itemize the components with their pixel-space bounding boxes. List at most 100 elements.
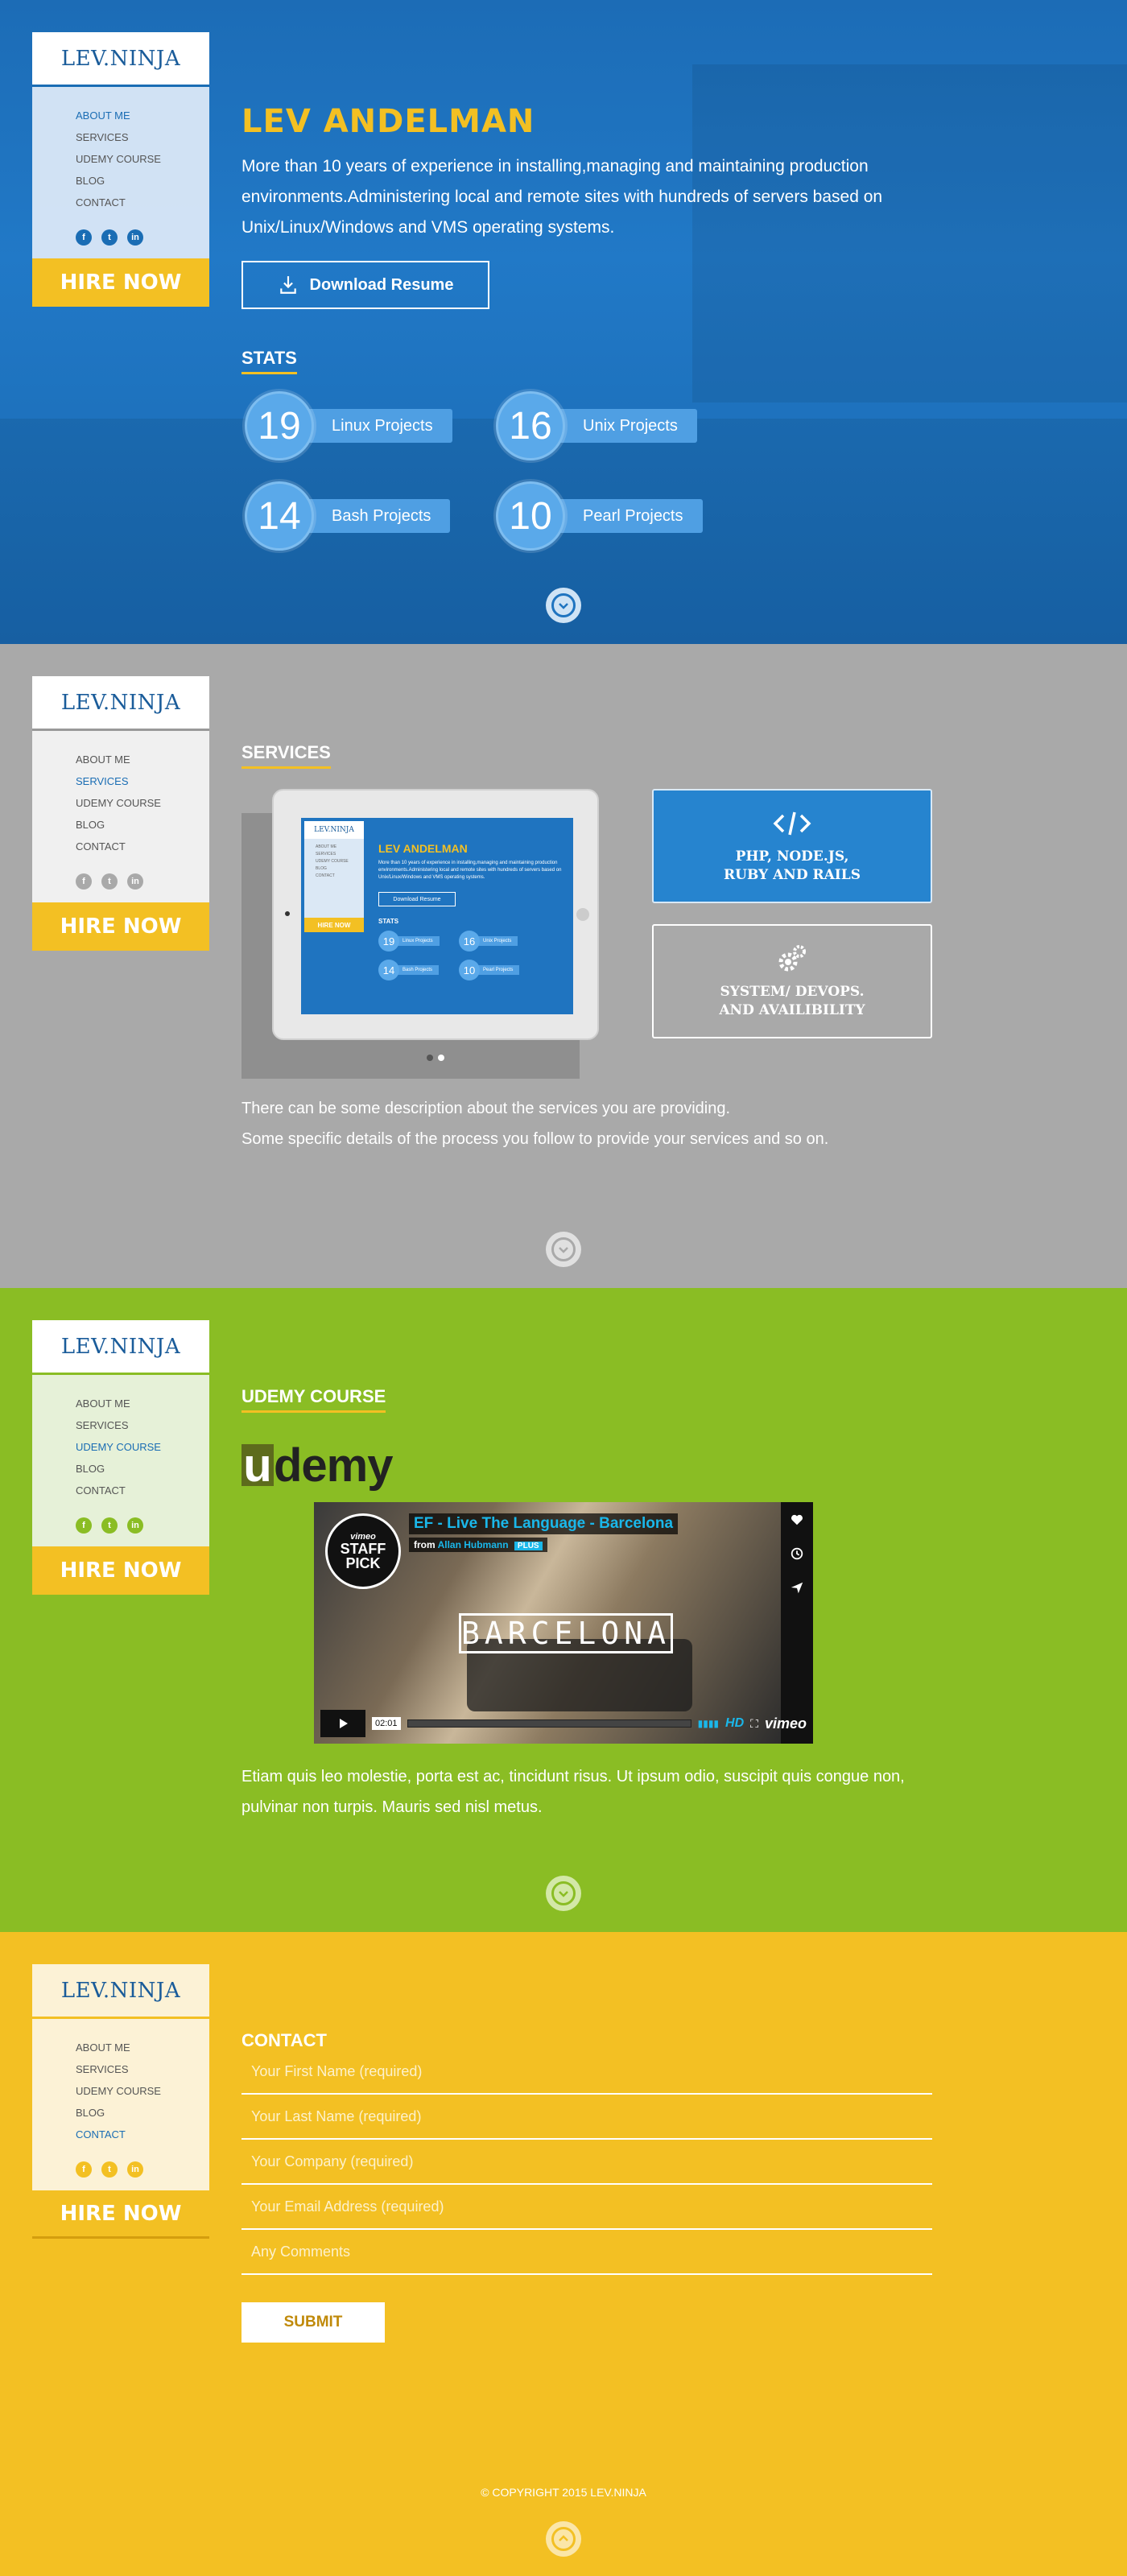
download-resume-button[interactable]: Download Resume	[242, 261, 489, 309]
nav-udemy-course[interactable]: UDEMY COURSE	[76, 792, 209, 814]
video-progress-bar[interactable]	[407, 1719, 691, 1728]
stat-value: 16	[496, 391, 565, 460]
udemy-logo-text: demy	[274, 1439, 394, 1492]
hire-now-button[interactable]: HIRE NOW	[32, 902, 209, 951]
nav-blog[interactable]: BLOG	[76, 814, 209, 836]
vimeo-logo[interactable]: vimeo	[765, 1715, 807, 1732]
nav-contact[interactable]: CONTACT	[76, 2124, 209, 2145]
chevron-down-icon	[559, 603, 568, 609]
nav-about-me[interactable]: ABOUT ME	[76, 105, 209, 126]
services-description: There can be some description about the …	[242, 1093, 966, 1154]
scroll-up-button[interactable]	[546, 2521, 581, 2557]
staff-pick-line: PICK	[345, 1555, 381, 1571]
volume-icon[interactable]: ▮▮▮▮	[698, 1718, 719, 1729]
company-input[interactable]	[251, 2153, 932, 2170]
linkedin-icon[interactable]: in	[127, 2161, 143, 2178]
service-card-web[interactable]: PHP, NODE.JS, RUBY AND RAILS	[652, 789, 932, 903]
nav-services[interactable]: SERVICES	[76, 2058, 209, 2080]
nav-services[interactable]: SERVICES	[76, 126, 209, 148]
hire-now-button[interactable]: HIRE NOW	[32, 1546, 209, 1595]
sidebar-logo[interactable]: LEV.NINJA	[32, 1964, 209, 2019]
service-card-devops[interactable]: SYSTEM/ DEVOPS. AND AVAILIBILITY	[652, 924, 932, 1038]
scroll-down-button[interactable]	[546, 1232, 581, 1267]
sidebar-logo[interactable]: LEV.NINJA	[32, 1320, 209, 1375]
nav-udemy-course[interactable]: UDEMY COURSE	[76, 1436, 209, 1458]
twitter-icon[interactable]: t	[101, 873, 118, 890]
carousel-dot[interactable]	[427, 1055, 433, 1061]
video-author-link[interactable]: Allan Hubmann	[438, 1539, 509, 1550]
sidebar-nav: ABOUT ME SERVICES UDEMY COURSE BLOG CONT…	[32, 731, 209, 869]
hd-button[interactable]: HD	[725, 1716, 744, 1731]
last-name-field[interactable]	[242, 2095, 932, 2140]
twitter-icon[interactable]: t	[101, 229, 118, 246]
nav-udemy-course[interactable]: UDEMY COURSE	[76, 2080, 209, 2102]
twitter-icon[interactable]: t	[101, 2161, 118, 2178]
facebook-icon[interactable]: f	[76, 873, 92, 890]
send-icon[interactable]	[787, 1578, 807, 1597]
copyright: © COPYRIGHT 2015 LEV.NINJA	[481, 2486, 646, 2499]
mini-sidebar: LEV.NINJA ABOUT ME SERVICES UDEMY COURSE…	[304, 821, 364, 932]
nav-services[interactable]: SERVICES	[76, 770, 209, 792]
carousel-dot[interactable]	[438, 1055, 444, 1061]
linkedin-icon[interactable]: in	[127, 1517, 143, 1534]
nav-contact[interactable]: CONTACT	[76, 1480, 209, 1501]
sidebar-logo[interactable]: LEV.NINJA	[32, 32, 209, 87]
stat-label: Unix Projects	[555, 409, 697, 443]
clock-icon[interactable]	[787, 1544, 807, 1563]
nav-about-me[interactable]: ABOUT ME	[76, 1393, 209, 1414]
nav-services[interactable]: SERVICES	[76, 1414, 209, 1436]
udemy-logo[interactable]: u demy	[242, 1430, 394, 1492]
stat-item: 14 Bash Projects	[245, 481, 451, 551]
nav-about-me[interactable]: ABOUT ME	[76, 749, 209, 770]
facebook-icon[interactable]: f	[76, 229, 92, 246]
facebook-icon[interactable]: f	[76, 1517, 92, 1534]
submit-button[interactable]: SUBMIT	[242, 2302, 385, 2343]
email-input[interactable]	[251, 2198, 932, 2215]
nav-blog[interactable]: BLOG	[76, 170, 209, 192]
mini-intro: More than 10 years of experience in inst…	[378, 861, 562, 880]
chevron-up-icon	[559, 2535, 568, 2541]
stat-item: 16 Unix Projects	[496, 391, 697, 460]
hire-now-button[interactable]: HIRE NOW	[32, 2190, 209, 2239]
last-name-input[interactable]	[251, 2107, 932, 2125]
comments-field[interactable]	[242, 2230, 932, 2275]
first-name-input[interactable]	[251, 2062, 932, 2080]
scroll-down-button[interactable]	[546, 588, 581, 623]
nav-blog[interactable]: BLOG	[76, 2102, 209, 2124]
nav-contact[interactable]: CONTACT	[76, 192, 209, 213]
email-field[interactable]	[242, 2185, 932, 2230]
service-card-title-line: AND AVAILIBILITY	[719, 1002, 865, 1018]
scroll-down-button[interactable]	[546, 1876, 581, 1911]
service-card-title-line: RUBY AND RAILS	[724, 867, 861, 883]
mini-nav-item: CONTACT	[316, 873, 335, 878]
page-title: LEV ANDELMAN	[242, 103, 535, 140]
twitter-icon[interactable]: t	[101, 1517, 118, 1534]
staff-pick-badge: vimeo STAFF PICK	[325, 1513, 401, 1589]
service-card-title-line: PHP, NODE.JS,	[735, 848, 849, 865]
company-field[interactable]	[242, 2140, 932, 2185]
linkedin-icon[interactable]: in	[127, 873, 143, 890]
nav-udemy-course[interactable]: UDEMY COURSE	[76, 148, 209, 170]
video-title[interactable]: EF - Live The Language - Barcelona	[409, 1513, 679, 1534]
linkedin-icon[interactable]: in	[127, 229, 143, 246]
stat-label: Pearl Projects	[555, 499, 703, 533]
first-name-field[interactable]	[242, 2050, 932, 2095]
play-icon	[340, 1719, 348, 1728]
video-time: 02:01	[372, 1717, 401, 1730]
heart-icon[interactable]	[787, 1510, 807, 1530]
sidebar: LEV.NINJA ABOUT ME SERVICES UDEMY COURSE…	[32, 676, 209, 951]
nav-contact[interactable]: CONTACT	[76, 836, 209, 857]
comments-input[interactable]	[251, 2243, 932, 2260]
play-button[interactable]	[320, 1710, 365, 1737]
sidebar-logo[interactable]: LEV.NINJA	[32, 676, 209, 731]
download-resume-label: Download Resume	[309, 275, 454, 294]
sidebar-nav: ABOUT ME SERVICES UDEMY COURSE BLOG CONT…	[32, 1375, 209, 1513]
fullscreen-icon[interactable]: ⛶	[750, 1717, 758, 1731]
nav-about-me[interactable]: ABOUT ME	[76, 2037, 209, 2058]
heading-underline	[242, 1410, 386, 1413]
hire-now-button[interactable]: HIRE NOW	[32, 258, 209, 307]
facebook-icon[interactable]: f	[76, 2161, 92, 2178]
stat-value: 10	[496, 481, 565, 551]
nav-blog[interactable]: BLOG	[76, 1458, 209, 1480]
video-player[interactable]: vimeo STAFF PICK EF - Live The Language …	[314, 1502, 813, 1744]
